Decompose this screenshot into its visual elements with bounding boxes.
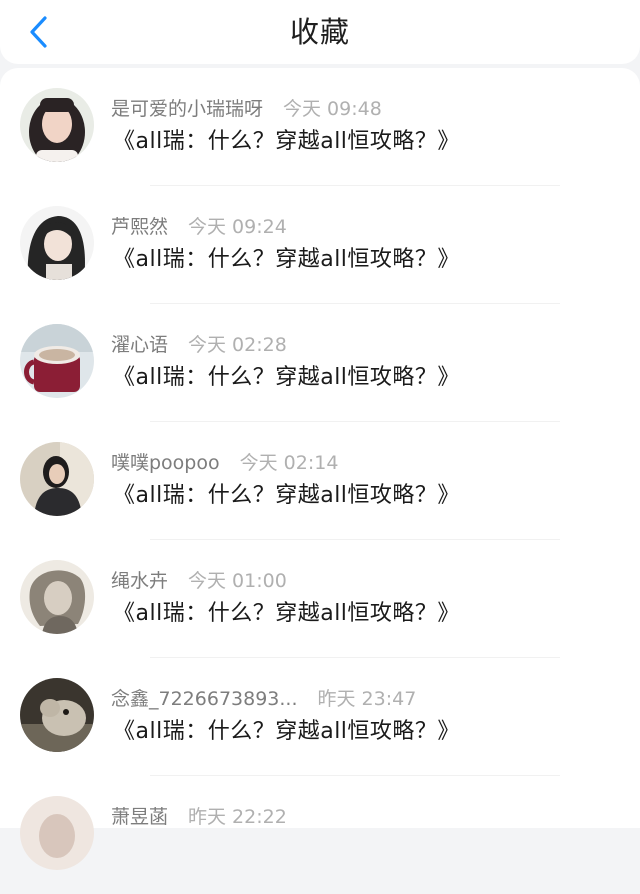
- favorites-list: 是可爱的小瑞瑞呀 今天 09:48 《all瑞：什么？穿越all恒攻略？》 芦熙然…: [0, 68, 640, 870]
- item-content[interactable]: 《all瑞：什么？穿越all恒攻略？》: [113, 598, 460, 630]
- item-meta: 萧昱菡 昨天 22:22: [111, 804, 287, 830]
- user-name[interactable]: 是可爱的小瑞瑞呀: [111, 98, 263, 120]
- item-content[interactable]: 《all瑞：什么？穿越all恒攻略？》: [113, 126, 460, 158]
- item-content[interactable]: 《all瑞：什么？穿越all恒攻略？》: [113, 716, 460, 748]
- avatar[interactable]: [20, 678, 94, 752]
- avatar[interactable]: [20, 442, 94, 516]
- timestamp: 昨天 22:22: [188, 806, 287, 828]
- list-item[interactable]: 濯心语 今天 02:28 《all瑞：什么？穿越all恒攻略？》: [0, 304, 640, 422]
- avatar[interactable]: [20, 88, 94, 162]
- item-meta: 绳水卉 今天 01:00: [111, 568, 287, 594]
- user-name[interactable]: 噗噗poopoo: [111, 452, 220, 474]
- list-item[interactable]: 噗噗poopoo 今天 02:14 《all瑞：什么？穿越all恒攻略？》: [0, 422, 640, 540]
- timestamp: 今天 09:48: [283, 98, 382, 120]
- timestamp: 今天 09:24: [188, 216, 287, 238]
- user-name[interactable]: 萧昱菡: [111, 806, 168, 828]
- user-name[interactable]: 芦熙然: [111, 216, 168, 238]
- user-name[interactable]: 念鑫_7226673893...: [111, 688, 298, 710]
- item-meta: 念鑫_7226673893... 昨天 23:47: [111, 686, 416, 712]
- page-title: 收藏: [289, 15, 350, 49]
- item-meta: 是可爱的小瑞瑞呀 今天 09:48: [111, 96, 382, 122]
- list-item[interactable]: 萧昱菡 昨天 22:22: [0, 776, 640, 894]
- list-item[interactable]: 芦熙然 今天 09:24 《all瑞：什么？穿越all恒攻略？》: [0, 186, 640, 304]
- item-meta: 濯心语 今天 02:28: [111, 332, 287, 358]
- user-name[interactable]: 濯心语: [111, 334, 168, 356]
- user-name[interactable]: 绳水卉: [111, 570, 168, 592]
- item-content[interactable]: 《all瑞：什么？穿越all恒攻略？》: [113, 244, 460, 276]
- timestamp: 今天 01:00: [188, 570, 287, 592]
- list-item[interactable]: 绳水卉 今天 01:00 《all瑞：什么？穿越all恒攻略？》: [0, 540, 640, 658]
- avatar[interactable]: [20, 206, 94, 280]
- nav-header: 收藏: [0, 0, 640, 64]
- timestamp: 昨天 23:47: [317, 688, 417, 710]
- list-item[interactable]: 念鑫_7226673893... 昨天 23:47 《all瑞：什么？穿越all恒…: [0, 658, 640, 776]
- item-content[interactable]: 《all瑞：什么？穿越all恒攻略？》: [113, 480, 460, 512]
- avatar[interactable]: [20, 324, 94, 398]
- list-item[interactable]: 是可爱的小瑞瑞呀 今天 09:48 《all瑞：什么？穿越all恒攻略？》: [0, 68, 640, 186]
- avatar[interactable]: [20, 796, 94, 870]
- timestamp: 今天 02:14: [239, 452, 339, 474]
- item-content[interactable]: 《all瑞：什么？穿越all恒攻略？》: [113, 362, 460, 394]
- timestamp: 今天 02:28: [188, 334, 287, 356]
- avatar[interactable]: [20, 560, 94, 634]
- item-meta: 芦熙然 今天 09:24: [111, 214, 287, 240]
- item-meta: 噗噗poopoo 今天 02:14: [111, 450, 338, 476]
